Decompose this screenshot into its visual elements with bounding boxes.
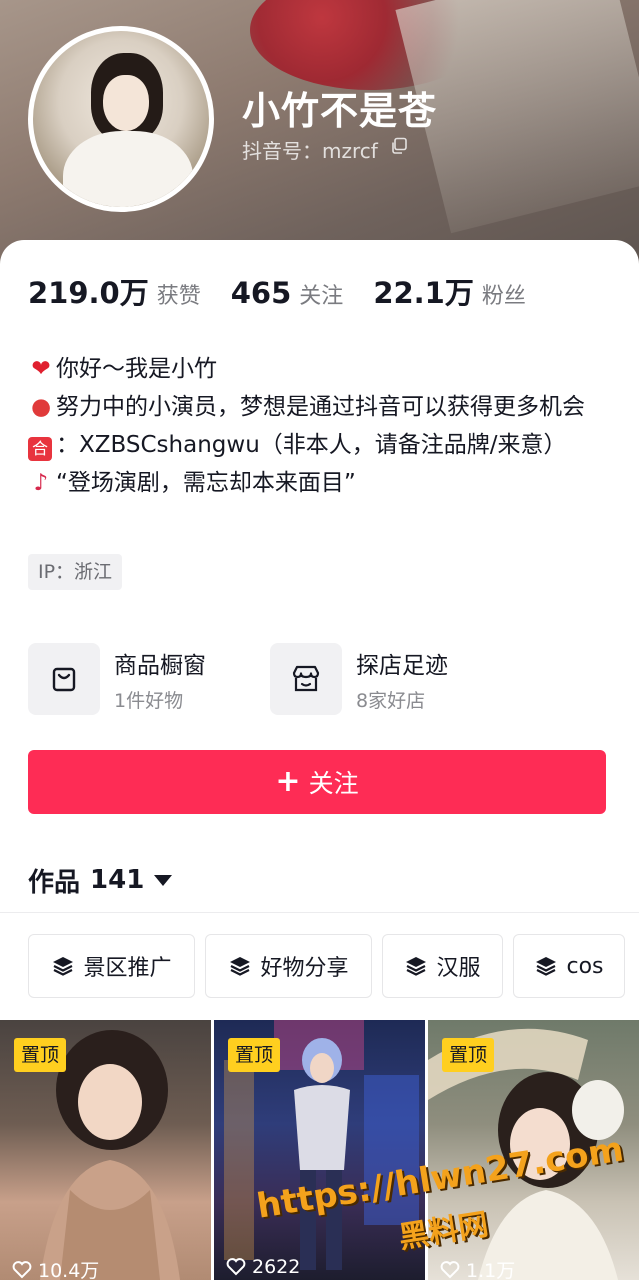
store-visits-sub: 8家好店 [356,689,426,712]
stat-following-label: 关注 [299,284,344,309]
stat-following[interactable]: 465 关注 [231,276,344,310]
chip-cos[interactable]: cos [513,934,625,998]
pinned-badge: 置顶 [442,1038,495,1072]
bio: ❤ 你好～我是小竹 ● 努力中的小演员，梦想是通过抖音可以获得更多机会 合：XZBS… [28,350,618,502]
shop-window-entry[interactable]: 商品橱窗 1件好物 [28,643,206,715]
heart-outline-icon [440,1260,460,1278]
follow-button[interactable]: + 关注 [28,750,606,814]
layers-icon [53,957,74,976]
bio-line: 合：XZBSCshangwu（非本人，请备注品牌/来意） [28,426,618,464]
collab-badge-icon: 合 [28,437,52,461]
works-count: 141 [90,865,145,895]
copy-icon[interactable] [390,137,408,155]
stat-followers-value: 22.1万 [373,276,474,310]
plus-icon: + [275,764,301,799]
avatar[interactable] [28,26,214,212]
store-icon [270,643,342,715]
heart-outline-icon [226,1258,246,1276]
layers-icon [536,957,557,976]
chip-hanfu[interactable]: 汉服 [382,934,503,998]
profile-stats: 219.0万 获赞 465 关注 22.1万 粉丝 [28,270,556,314]
video-thumbnail[interactable]: 置顶 10.4万 [0,1020,211,1280]
divider [0,912,639,913]
username: 小竹不是苍 [242,89,438,133]
chip-goods-share[interactable]: 好物分享 [205,934,372,998]
chip-scenic-promo[interactable]: 景区推广 [28,934,195,998]
video-likes: 10.4万 [12,1256,99,1280]
ip-location-tag: IP：浙江 [28,554,123,590]
follow-button-label: 关注 [308,769,359,798]
works-tab[interactable]: 作品 141 [28,860,173,900]
store-visits-title: 探店足迹 [356,652,448,679]
stat-likes-value: 219.0万 [28,276,149,310]
layers-icon [230,957,251,976]
shopping-bag-icon [28,643,100,715]
shop-window-title: 商品橱窗 [114,652,206,679]
stat-followers-label: 粉丝 [481,284,526,309]
caret-down-icon [154,874,173,886]
bio-line: ❤ 你好～我是小竹 [28,350,618,388]
stat-following-value: 465 [230,276,292,310]
pinned-badge: 置顶 [228,1038,281,1072]
store-visits-entry[interactable]: 探店足迹 8家好店 [270,643,448,715]
balloon-icon: ● [30,394,52,420]
heart-icon: ❤ [31,356,51,382]
stat-followers[interactable]: 22.1万 粉丝 [373,270,526,312]
pinned-badge: 置顶 [14,1038,67,1072]
shop-window-sub: 1件好物 [114,689,184,712]
layers-icon [406,957,427,976]
bio-line: ♪ “登场演剧，需忘却本来面目” [28,464,618,502]
works-label: 作品 [28,867,81,898]
stat-likes-label: 获赞 [156,284,201,309]
douyin-id: 抖音号：mzrcf [242,139,378,163]
video-likes: 2622 [226,1256,300,1278]
dancer-icon: ♪ [33,470,49,496]
video-likes: 1.1万 [440,1256,515,1280]
bio-line: ● 努力中的小演员，梦想是通过抖音可以获得更多机会 [28,388,618,426]
stat-likes: 219.0万 获赞 [28,270,201,312]
heart-outline-icon [12,1260,32,1278]
video-thumbnail[interactable]: 置顶 2622 [214,1020,425,1280]
